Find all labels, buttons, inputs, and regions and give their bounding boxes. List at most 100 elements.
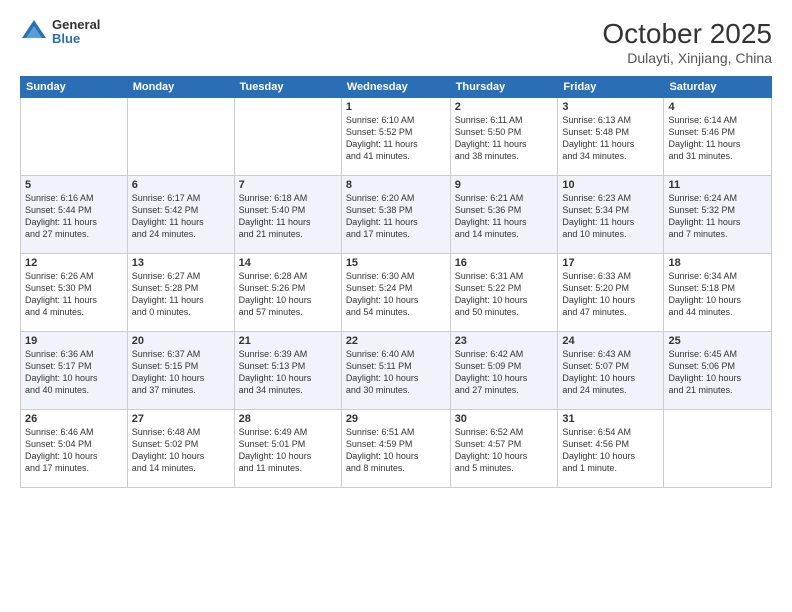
calendar-cell: 30Sunrise: 6:52 AM Sunset: 4:57 PM Dayli…: [450, 410, 558, 488]
day-number: 1: [346, 101, 446, 113]
day-header-sunday: Sunday: [21, 77, 128, 98]
calendar-cell: 3Sunrise: 6:13 AM Sunset: 5:48 PM Daylig…: [558, 98, 664, 176]
day-info: Sunrise: 6:40 AM Sunset: 5:11 PM Dayligh…: [346, 348, 446, 397]
calendar-cell: [21, 98, 128, 176]
subtitle: Dulayti, Xinjiang, China: [602, 50, 772, 66]
day-number: 21: [239, 335, 337, 347]
day-info: Sunrise: 6:36 AM Sunset: 5:17 PM Dayligh…: [25, 348, 123, 397]
calendar-cell: 11Sunrise: 6:24 AM Sunset: 5:32 PM Dayli…: [664, 176, 772, 254]
logo-text: General Blue: [52, 18, 100, 47]
calendar-cell: 4Sunrise: 6:14 AM Sunset: 5:46 PM Daylig…: [664, 98, 772, 176]
calendar-cell: 13Sunrise: 6:27 AM Sunset: 5:28 PM Dayli…: [127, 254, 234, 332]
day-number: 11: [668, 179, 767, 191]
day-number: 12: [25, 257, 123, 269]
day-number: 10: [562, 179, 659, 191]
day-number: 27: [132, 413, 230, 425]
calendar-cell: 9Sunrise: 6:21 AM Sunset: 5:36 PM Daylig…: [450, 176, 558, 254]
day-info: Sunrise: 6:28 AM Sunset: 5:26 PM Dayligh…: [239, 270, 337, 319]
day-number: 5: [25, 179, 123, 191]
calendar-week-row: 5Sunrise: 6:16 AM Sunset: 5:44 PM Daylig…: [21, 176, 772, 254]
calendar-cell: 2Sunrise: 6:11 AM Sunset: 5:50 PM Daylig…: [450, 98, 558, 176]
calendar-cell: 23Sunrise: 6:42 AM Sunset: 5:09 PM Dayli…: [450, 332, 558, 410]
calendar-cell: 27Sunrise: 6:48 AM Sunset: 5:02 PM Dayli…: [127, 410, 234, 488]
calendar-cell: 26Sunrise: 6:46 AM Sunset: 5:04 PM Dayli…: [21, 410, 128, 488]
calendar-week-row: 26Sunrise: 6:46 AM Sunset: 5:04 PM Dayli…: [21, 410, 772, 488]
day-number: 8: [346, 179, 446, 191]
calendar-cell: 24Sunrise: 6:43 AM Sunset: 5:07 PM Dayli…: [558, 332, 664, 410]
day-info: Sunrise: 6:13 AM Sunset: 5:48 PM Dayligh…: [562, 114, 659, 163]
calendar-cell: 8Sunrise: 6:20 AM Sunset: 5:38 PM Daylig…: [341, 176, 450, 254]
day-info: Sunrise: 6:48 AM Sunset: 5:02 PM Dayligh…: [132, 426, 230, 475]
day-info: Sunrise: 6:39 AM Sunset: 5:13 PM Dayligh…: [239, 348, 337, 397]
calendar-cell: 7Sunrise: 6:18 AM Sunset: 5:40 PM Daylig…: [234, 176, 341, 254]
day-info: Sunrise: 6:16 AM Sunset: 5:44 PM Dayligh…: [25, 192, 123, 241]
day-info: Sunrise: 6:14 AM Sunset: 5:46 PM Dayligh…: [668, 114, 767, 163]
calendar-cell: 28Sunrise: 6:49 AM Sunset: 5:01 PM Dayli…: [234, 410, 341, 488]
day-number: 6: [132, 179, 230, 191]
day-info: Sunrise: 6:42 AM Sunset: 5:09 PM Dayligh…: [455, 348, 554, 397]
day-info: Sunrise: 6:30 AM Sunset: 5:24 PM Dayligh…: [346, 270, 446, 319]
day-info: Sunrise: 6:46 AM Sunset: 5:04 PM Dayligh…: [25, 426, 123, 475]
day-number: 30: [455, 413, 554, 425]
day-info: Sunrise: 6:24 AM Sunset: 5:32 PM Dayligh…: [668, 192, 767, 241]
day-number: 2: [455, 101, 554, 113]
day-info: Sunrise: 6:37 AM Sunset: 5:15 PM Dayligh…: [132, 348, 230, 397]
day-number: 31: [562, 413, 659, 425]
calendar-cell: [664, 410, 772, 488]
day-info: Sunrise: 6:27 AM Sunset: 5:28 PM Dayligh…: [132, 270, 230, 319]
day-number: 25: [668, 335, 767, 347]
calendar-cell: 16Sunrise: 6:31 AM Sunset: 5:22 PM Dayli…: [450, 254, 558, 332]
day-header-thursday: Thursday: [450, 77, 558, 98]
day-info: Sunrise: 6:10 AM Sunset: 5:52 PM Dayligh…: [346, 114, 446, 163]
calendar-cell: 19Sunrise: 6:36 AM Sunset: 5:17 PM Dayli…: [21, 332, 128, 410]
day-info: Sunrise: 6:43 AM Sunset: 5:07 PM Dayligh…: [562, 348, 659, 397]
day-number: 7: [239, 179, 337, 191]
day-info: Sunrise: 6:45 AM Sunset: 5:06 PM Dayligh…: [668, 348, 767, 397]
day-header-monday: Monday: [127, 77, 234, 98]
month-title: October 2025: [602, 18, 772, 50]
day-info: Sunrise: 6:54 AM Sunset: 4:56 PM Dayligh…: [562, 426, 659, 475]
logo: General Blue: [20, 18, 100, 47]
logo-blue: Blue: [52, 32, 100, 46]
day-number: 16: [455, 257, 554, 269]
logo-general: General: [52, 18, 100, 32]
calendar-cell: 14Sunrise: 6:28 AM Sunset: 5:26 PM Dayli…: [234, 254, 341, 332]
calendar-cell: 12Sunrise: 6:26 AM Sunset: 5:30 PM Dayli…: [21, 254, 128, 332]
day-info: Sunrise: 6:11 AM Sunset: 5:50 PM Dayligh…: [455, 114, 554, 163]
day-header-wednesday: Wednesday: [341, 77, 450, 98]
day-number: 13: [132, 257, 230, 269]
day-info: Sunrise: 6:18 AM Sunset: 5:40 PM Dayligh…: [239, 192, 337, 241]
day-number: 22: [346, 335, 446, 347]
day-number: 20: [132, 335, 230, 347]
calendar-cell: 25Sunrise: 6:45 AM Sunset: 5:06 PM Dayli…: [664, 332, 772, 410]
day-info: Sunrise: 6:26 AM Sunset: 5:30 PM Dayligh…: [25, 270, 123, 319]
day-header-saturday: Saturday: [664, 77, 772, 98]
calendar-header-row: SundayMondayTuesdayWednesdayThursdayFrid…: [21, 77, 772, 98]
day-info: Sunrise: 6:31 AM Sunset: 5:22 PM Dayligh…: [455, 270, 554, 319]
day-number: 19: [25, 335, 123, 347]
calendar-week-row: 1Sunrise: 6:10 AM Sunset: 5:52 PM Daylig…: [21, 98, 772, 176]
day-info: Sunrise: 6:17 AM Sunset: 5:42 PM Dayligh…: [132, 192, 230, 241]
logo-icon: [20, 18, 48, 46]
day-number: 4: [668, 101, 767, 113]
calendar-table: SundayMondayTuesdayWednesdayThursdayFrid…: [20, 76, 772, 488]
day-info: Sunrise: 6:51 AM Sunset: 4:59 PM Dayligh…: [346, 426, 446, 475]
day-number: 15: [346, 257, 446, 269]
calendar-cell: [127, 98, 234, 176]
header: General Blue October 2025 Dulayti, Xinji…: [20, 18, 772, 66]
calendar-cell: 6Sunrise: 6:17 AM Sunset: 5:42 PM Daylig…: [127, 176, 234, 254]
calendar-cell: 15Sunrise: 6:30 AM Sunset: 5:24 PM Dayli…: [341, 254, 450, 332]
calendar-cell: 5Sunrise: 6:16 AM Sunset: 5:44 PM Daylig…: [21, 176, 128, 254]
calendar-cell: 17Sunrise: 6:33 AM Sunset: 5:20 PM Dayli…: [558, 254, 664, 332]
day-number: 26: [25, 413, 123, 425]
day-number: 24: [562, 335, 659, 347]
day-number: 28: [239, 413, 337, 425]
day-header-tuesday: Tuesday: [234, 77, 341, 98]
calendar-week-row: 12Sunrise: 6:26 AM Sunset: 5:30 PM Dayli…: [21, 254, 772, 332]
calendar-week-row: 19Sunrise: 6:36 AM Sunset: 5:17 PM Dayli…: [21, 332, 772, 410]
calendar-cell: [234, 98, 341, 176]
calendar-cell: 21Sunrise: 6:39 AM Sunset: 5:13 PM Dayli…: [234, 332, 341, 410]
calendar-cell: 10Sunrise: 6:23 AM Sunset: 5:34 PM Dayli…: [558, 176, 664, 254]
page: General Blue October 2025 Dulayti, Xinji…: [0, 0, 792, 612]
day-number: 17: [562, 257, 659, 269]
